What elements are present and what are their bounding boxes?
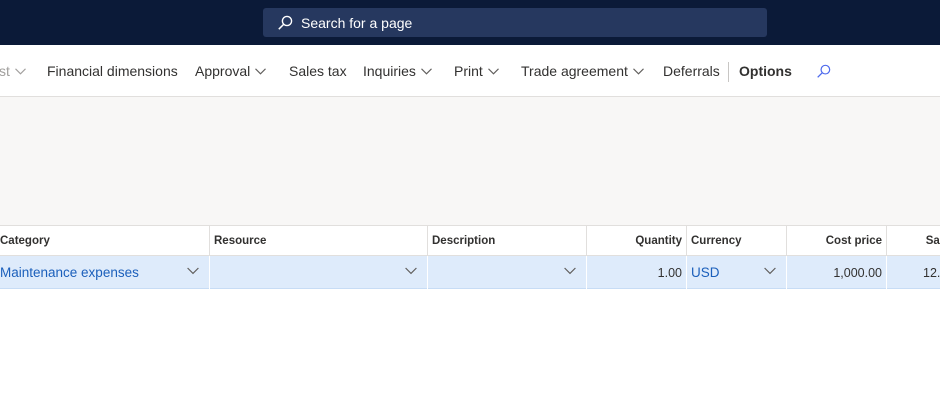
category-value: Maintenance expenses [0, 265, 139, 280]
action-pane: st Financial dimensions Approval Sales t… [0, 45, 940, 97]
description-field[interactable] [428, 256, 587, 289]
grid-header: Category Resource Description Quantity C… [0, 225, 940, 256]
column-header-quantity[interactable]: Quantity [587, 226, 687, 256]
action-list-menu[interactable]: st [0, 45, 26, 97]
approval-label: Approval [195, 63, 251, 79]
column-header-currency[interactable]: Currency [687, 226, 787, 256]
column-header-sales-price[interactable]: Sal [887, 226, 940, 256]
search-icon [278, 15, 293, 30]
currency-value: USD [691, 265, 720, 280]
currency-field[interactable]: USD [687, 256, 787, 289]
table-row[interactable]: Maintenance expenses 1.00 USD 1,000.00 1… [0, 256, 940, 289]
sales-tax-button[interactable]: Sales tax [289, 45, 347, 97]
column-header-category[interactable]: Category [0, 226, 210, 256]
chevron-down-icon[interactable] [564, 267, 576, 275]
header-area [0, 97, 940, 225]
print-label: Print [454, 63, 483, 79]
options-label: Options [739, 63, 792, 79]
search-placeholder: Search for a page [301, 14, 413, 31]
chevron-down-icon[interactable] [187, 267, 199, 275]
resource-field[interactable] [210, 256, 428, 289]
column-header-description[interactable]: Description [428, 226, 587, 256]
chevron-down-icon [487, 67, 499, 75]
sales-price-field[interactable]: 12. [887, 256, 940, 289]
chevron-down-icon[interactable] [405, 267, 417, 275]
action-search-button[interactable] [816, 45, 831, 97]
category-field[interactable]: Maintenance expenses [0, 256, 210, 289]
sales-tax-label: Sales tax [289, 63, 347, 79]
quantity-field[interactable]: 1.00 [587, 256, 687, 289]
financial-dimensions-menu[interactable]: Financial dimensions [47, 45, 178, 97]
options-tab[interactable]: Options [739, 45, 792, 97]
inquiries-menu[interactable]: Inquiries [363, 45, 432, 97]
search-box[interactable]: Search for a page [263, 8, 767, 37]
print-menu[interactable]: Print [454, 45, 499, 97]
financial-dimensions-label: Financial dimensions [47, 63, 178, 79]
deferrals-label: Deferrals [663, 63, 720, 79]
chevron-down-icon[interactable] [764, 267, 776, 275]
chevron-down-icon [255, 67, 267, 75]
search-icon [817, 64, 831, 78]
trade-agreement-menu[interactable]: Trade agreement [521, 45, 644, 97]
trade-agreement-label: Trade agreement [521, 63, 628, 79]
chevron-down-icon [421, 67, 432, 75]
column-header-resource[interactable]: Resource [210, 226, 428, 256]
action-list-label: st [0, 63, 10, 79]
chevron-down-icon [632, 67, 644, 75]
inquiries-label: Inquiries [363, 63, 416, 79]
deferrals-button[interactable]: Deferrals [663, 45, 720, 97]
cost-price-field[interactable]: 1,000.00 [787, 256, 887, 289]
chevron-down-icon [15, 67, 26, 75]
action-pane-divider [728, 62, 729, 82]
column-header-cost-price[interactable]: Cost price [787, 226, 887, 256]
approval-menu[interactable]: Approval [195, 45, 267, 97]
top-navigation-bar: Search for a page [0, 0, 940, 45]
